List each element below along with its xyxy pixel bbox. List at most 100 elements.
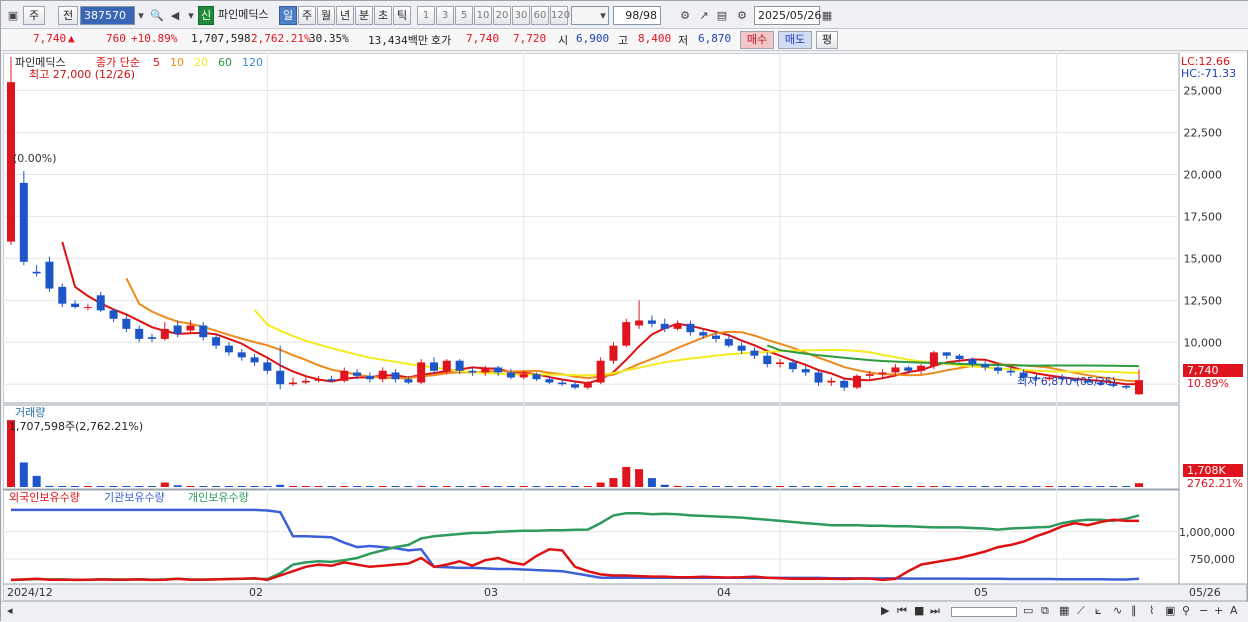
stock-name: 파인메딕스 bbox=[218, 8, 269, 21]
volume-bar bbox=[519, 486, 528, 487]
candle-body bbox=[417, 362, 426, 383]
candle-body bbox=[622, 322, 631, 346]
period-unit-button[interactable]: 주 bbox=[23, 6, 45, 25]
volume-bar bbox=[596, 482, 605, 487]
timeframe-3[interactable]: 년 bbox=[336, 6, 354, 25]
settings-icon[interactable]: ⚙ bbox=[734, 6, 750, 25]
volume-bar bbox=[1083, 486, 1092, 487]
zoom-in-icon[interactable]: + bbox=[1214, 604, 1223, 617]
interval-5[interactable]: 5 bbox=[455, 6, 473, 25]
stop-icon[interactable]: ■ bbox=[914, 604, 924, 617]
volume-bar bbox=[776, 486, 785, 487]
zoom-out-icon[interactable]: − bbox=[1199, 604, 1208, 617]
candle-body bbox=[378, 370, 387, 380]
forward-icon[interactable]: ⏭ bbox=[930, 604, 940, 618]
trend-tool-icon[interactable]: ↗ bbox=[696, 6, 712, 25]
interval-30[interactable]: 30 bbox=[512, 6, 530, 25]
save-icon[interactable]: ▤ bbox=[714, 6, 730, 25]
up-arrow-icon: ▲ bbox=[68, 32, 75, 45]
volume-bar bbox=[327, 486, 336, 487]
volume-bar bbox=[737, 486, 746, 487]
candle-body bbox=[827, 380, 836, 383]
candle-body bbox=[955, 355, 964, 360]
compare-icon[interactable]: ⧉ bbox=[1041, 604, 1049, 618]
scroll-left-icon[interactable]: ◂ bbox=[7, 604, 13, 617]
x-axis-label: 05 bbox=[974, 586, 988, 599]
volume-bar bbox=[96, 486, 105, 487]
stock-code-input[interactable]: 387570 bbox=[80, 6, 135, 25]
candle-body bbox=[519, 374, 528, 378]
chart-tool-icon[interactable]: ⚙ bbox=[677, 6, 693, 25]
volume-bar bbox=[430, 486, 438, 487]
hoga-label: 호가 bbox=[431, 34, 452, 47]
sell-button[interactable]: 매도 bbox=[778, 31, 812, 49]
volume-bar bbox=[276, 484, 285, 487]
play-icon[interactable]: ▶ bbox=[881, 604, 889, 617]
volume-bar bbox=[19, 462, 28, 487]
line-draw-icon[interactable]: ⟋ bbox=[1077, 604, 1085, 618]
code-dropdown-icon[interactable]: ▾ bbox=[133, 6, 149, 25]
price-tick-label: 25,000 bbox=[1184, 85, 1223, 98]
tile-icon[interactable]: ▦ bbox=[1059, 604, 1069, 617]
rewind-icon[interactable]: ⏮ bbox=[897, 604, 907, 618]
candle-body bbox=[814, 372, 823, 383]
speaker-dropdown-icon[interactable]: ▾ bbox=[183, 6, 199, 25]
interval-dropdown-icon[interactable]: ▾ bbox=[595, 6, 611, 25]
timeframe-1[interactable]: 주 bbox=[298, 6, 316, 25]
wave-draw-icon[interactable]: ∿ bbox=[1113, 604, 1122, 617]
interval-1[interactable]: 1 bbox=[417, 6, 435, 25]
volume-bar bbox=[1019, 486, 1028, 487]
layout-icon[interactable]: ▭ bbox=[1023, 604, 1033, 617]
start-pct-label: (0.00%) bbox=[13, 152, 57, 165]
prev-button[interactable]: 전 bbox=[58, 6, 78, 25]
interval-20[interactable]: 20 bbox=[493, 6, 511, 25]
search-icon[interactable]: 🔍 bbox=[149, 6, 165, 25]
interval-3[interactable]: 3 bbox=[436, 6, 454, 25]
candle-body bbox=[109, 310, 118, 319]
volume-bar bbox=[955, 486, 964, 487]
copy-icon[interactable]: ▣ bbox=[1165, 604, 1175, 617]
ma-legend-20: 20 bbox=[194, 56, 208, 69]
timeframe-6[interactable]: 틱 bbox=[393, 6, 411, 25]
zoom-slider[interactable] bbox=[951, 607, 1017, 617]
window-menu-icon[interactable]: ▣ bbox=[5, 6, 21, 25]
volume-bar bbox=[1058, 486, 1067, 487]
buy-button[interactable]: 매수 bbox=[740, 31, 774, 49]
timeframe-4[interactable]: 분 bbox=[355, 6, 373, 25]
ask-price: 7,740 bbox=[466, 32, 500, 45]
volume-bar bbox=[763, 486, 772, 487]
speaker-icon[interactable]: ◀ bbox=[167, 6, 183, 25]
interval-10[interactable]: 10 bbox=[474, 6, 492, 25]
volume-bar bbox=[173, 485, 182, 487]
date-input[interactable]: 2025/05/26 bbox=[754, 6, 821, 25]
candle-body bbox=[237, 352, 246, 358]
volume-bar bbox=[494, 486, 503, 487]
zoom-icon[interactable]: ⚲ bbox=[1182, 604, 1190, 617]
volume-bar bbox=[404, 486, 413, 487]
auto-scale-icon[interactable]: A bbox=[1230, 604, 1238, 617]
calendar-icon[interactable]: ▦ bbox=[819, 6, 835, 25]
fib-icon[interactable]: ⌇ bbox=[1149, 604, 1154, 617]
candle-body bbox=[263, 362, 272, 371]
candle-body bbox=[173, 325, 182, 334]
volume-bar bbox=[1045, 486, 1054, 487]
evaluate-button[interactable]: 평 bbox=[816, 31, 838, 49]
interval-120[interactable]: 120 bbox=[550, 6, 570, 25]
volume-bar bbox=[340, 486, 349, 487]
chart-canvas[interactable]: 25,000 22,500 20,000 17,500 15,000 12,500 10,0… bbox=[3, 53, 1247, 601]
channel-icon[interactable]: ∥ bbox=[1131, 604, 1137, 617]
timeframe-5[interactable]: 초 bbox=[374, 6, 392, 25]
interval-60[interactable]: 60 bbox=[531, 6, 549, 25]
open-price: 6,900 bbox=[576, 32, 610, 45]
candle-body bbox=[840, 380, 849, 388]
angle-draw-icon[interactable]: ⟀ bbox=[1095, 604, 1102, 618]
candle-body bbox=[301, 380, 310, 383]
price-tick-label: 22,500 bbox=[1184, 127, 1223, 140]
candle-body bbox=[58, 286, 67, 304]
volume-bar bbox=[917, 486, 926, 487]
timeframe-2[interactable]: 월 bbox=[317, 6, 335, 25]
timeframe-0[interactable]: 일 bbox=[279, 6, 297, 25]
volume-bar bbox=[865, 486, 874, 487]
candle-body bbox=[353, 372, 362, 376]
volume-bar bbox=[301, 486, 310, 487]
